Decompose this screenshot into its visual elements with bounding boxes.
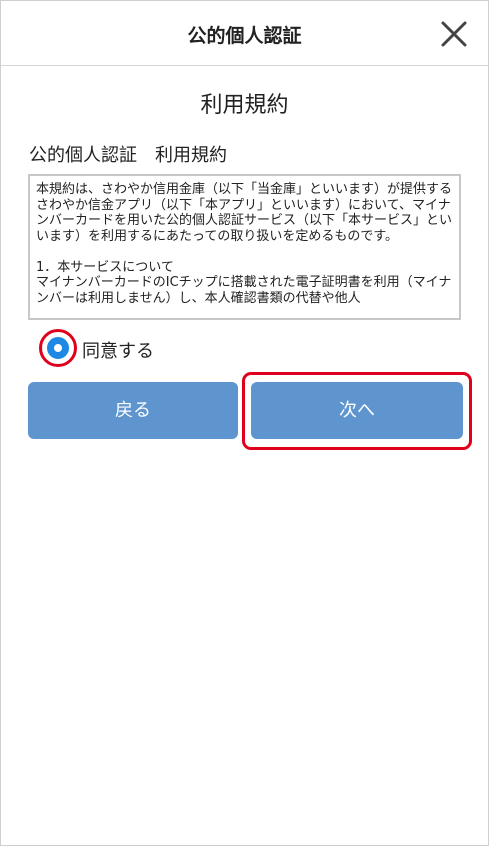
next-button[interactable]: 次へ [251, 382, 463, 439]
section-title: 公的個人認証 利用規約 [29, 145, 227, 166]
agree-label[interactable]: 同意する [82, 337, 154, 363]
app-frame: 公的個人認証 利用規約 公的個人認証 利用規約 本規約は、さわやか信用金庫（以下… [0, 0, 489, 846]
close-icon [441, 21, 467, 47]
terms-text: 本規約は、さわやか信用金庫（以下「当金庫」といいます）が提供するさわやか信金アプ… [36, 182, 453, 306]
terms-scroll-box[interactable]: 本規約は、さわやか信用金庫（以下「当金庫」といいます）が提供するさわやか信金アプ… [28, 174, 461, 320]
page-title: 利用規約 [200, 93, 289, 118]
agree-row[interactable]: 同意する [39, 329, 199, 367]
agree-radio[interactable] [47, 337, 69, 359]
close-button[interactable] [437, 17, 471, 51]
header-title: 公的個人認証 [187, 25, 302, 47]
header: 公的個人認証 [1, 1, 488, 66]
back-button[interactable]: 戻る [28, 382, 238, 439]
